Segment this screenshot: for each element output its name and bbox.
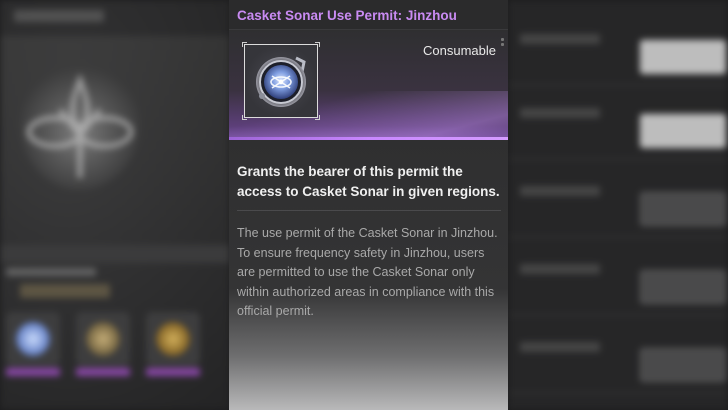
item-title: Casket Sonar Use Permit: Jinzhou: [237, 8, 457, 23]
item-detail-card: Casket Sonar Use Permit: Jinzhou Consuma…: [229, 0, 508, 410]
item-icon-frame: [242, 42, 320, 120]
scroll-indicator: [501, 38, 504, 50]
background-reward-slot: [6, 312, 60, 376]
background-reward-slot: [146, 312, 200, 376]
item-category-tag: Consumable: [423, 43, 496, 58]
card-title-bar: Casket Sonar Use Permit: Jinzhou: [229, 0, 508, 30]
divider: [237, 210, 501, 211]
item-summary: Grants the bearer of this permit the acc…: [237, 164, 500, 199]
casket-sonar-permit-icon: [256, 56, 306, 107]
background-reward-slot: [76, 312, 130, 376]
item-description-panel: Grants the bearer of this permit the acc…: [229, 140, 508, 410]
item-lore-description: The use permit of the Casket Sonar in Ji…: [237, 226, 498, 318]
